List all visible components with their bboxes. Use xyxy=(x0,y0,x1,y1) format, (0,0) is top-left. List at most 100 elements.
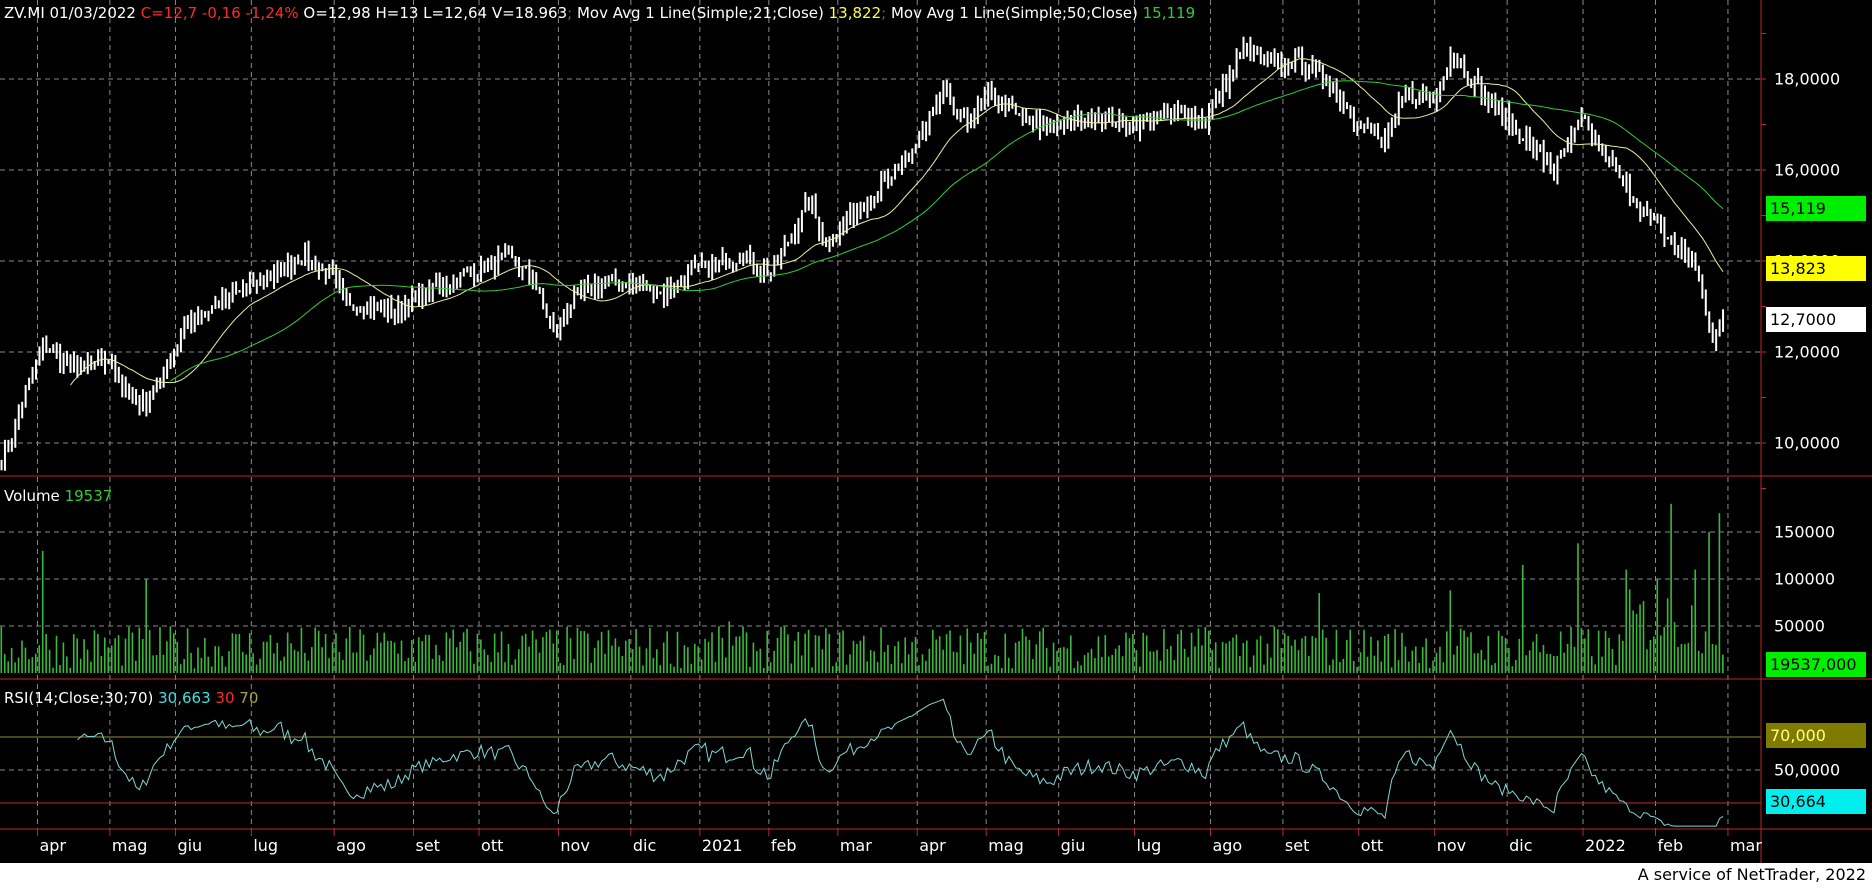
price-bar xyxy=(762,258,765,283)
price-bar xyxy=(114,355,117,383)
price-bar xyxy=(428,279,431,303)
volume-bar xyxy=(1497,630,1500,673)
price-bar xyxy=(131,386,134,404)
price-bar xyxy=(528,259,531,286)
price-bar xyxy=(238,289,241,293)
price-bar xyxy=(1335,78,1338,103)
volume-bar xyxy=(687,647,689,673)
price-bar xyxy=(659,291,662,295)
price-bar xyxy=(193,312,196,333)
price-bar xyxy=(821,221,824,246)
price-bar xyxy=(1283,57,1286,79)
volume-bar xyxy=(1383,635,1386,673)
volume-bar xyxy=(797,632,800,673)
volume-bar xyxy=(0,626,3,673)
volume-bar xyxy=(1508,647,1510,673)
volume-bar xyxy=(338,652,341,673)
volume-bar xyxy=(624,640,627,673)
price-bar xyxy=(1056,114,1059,137)
rsi-value: 30,663 xyxy=(158,689,211,707)
volume-bar xyxy=(876,662,879,673)
price-bar xyxy=(62,352,65,375)
volume-bar xyxy=(1070,635,1072,673)
volume-bar xyxy=(1580,628,1583,673)
volume-bar xyxy=(545,631,548,673)
price-bar xyxy=(1663,216,1666,247)
price-bar xyxy=(383,299,386,318)
price-bar xyxy=(176,344,179,357)
price-bar xyxy=(245,283,248,297)
price-bar xyxy=(469,266,472,278)
volume-bar xyxy=(1377,640,1379,673)
price-bar xyxy=(959,108,962,123)
volume-bar xyxy=(1380,661,1383,673)
price-bar xyxy=(1014,102,1017,115)
price-bar xyxy=(169,353,172,369)
price-bar xyxy=(687,264,690,290)
price-bar xyxy=(397,295,400,324)
month-label: giu xyxy=(177,836,203,855)
volume-bar xyxy=(93,630,96,673)
rsi-low-level: 30 xyxy=(215,689,235,707)
volume-bar xyxy=(493,633,496,673)
price-bar xyxy=(21,401,24,419)
volume-value: 19537 xyxy=(64,487,113,505)
volume-bar xyxy=(838,632,841,673)
price-bar xyxy=(804,192,807,213)
rsi-label: RSI(14;Close;30;70) xyxy=(4,689,154,707)
volume-bar xyxy=(1632,610,1634,673)
ma50-value: 15,119 xyxy=(1142,4,1196,22)
volume-bar xyxy=(404,661,406,673)
volume-bar xyxy=(86,649,89,673)
volume-bar xyxy=(1511,666,1514,673)
volume-bar xyxy=(252,653,254,673)
volume-tick-label: 150000 xyxy=(1774,522,1836,542)
volume-bar xyxy=(1263,664,1265,673)
price-bar xyxy=(807,196,810,211)
volume-bar xyxy=(445,632,448,673)
volume-bar xyxy=(631,649,634,673)
volume-bar xyxy=(1604,631,1607,673)
price-bar xyxy=(1490,93,1493,109)
price-bar xyxy=(1401,95,1404,109)
price-bar xyxy=(1687,247,1690,268)
price-bar xyxy=(938,91,941,115)
volume-bar xyxy=(1697,650,1700,673)
price-bar xyxy=(35,359,37,380)
volume-bar xyxy=(1535,633,1538,673)
price-bar xyxy=(455,277,458,289)
volume-bar xyxy=(273,653,275,673)
price-bar xyxy=(883,171,886,182)
volume-bar xyxy=(1694,569,1697,673)
price-bar xyxy=(521,265,524,281)
volume-bar xyxy=(369,654,372,673)
volume-bar xyxy=(245,654,248,673)
volume-bar xyxy=(504,662,506,673)
price-bar xyxy=(1480,76,1483,106)
volume-bar xyxy=(431,658,434,673)
volume-bar xyxy=(873,651,875,673)
volume-bar xyxy=(355,652,358,673)
volume-bar xyxy=(1204,627,1207,673)
rsi-70-axis-box: 70,000 xyxy=(1766,723,1866,748)
volume-bar xyxy=(1687,642,1690,673)
volume-bar xyxy=(235,634,237,673)
price-bar xyxy=(273,264,276,290)
volume-bar xyxy=(1052,642,1055,673)
volume-bar xyxy=(79,658,82,673)
price-bar xyxy=(783,234,786,257)
price-bar xyxy=(552,311,555,333)
volume-bar xyxy=(1435,652,1438,673)
volume-bar xyxy=(1187,657,1189,673)
price-bar xyxy=(1263,54,1266,66)
volume-bar xyxy=(1128,638,1131,673)
price-bar xyxy=(1473,75,1476,97)
price-bar xyxy=(1570,125,1573,154)
volume-bar xyxy=(1359,652,1362,673)
volume-bar xyxy=(373,648,375,673)
price-bar xyxy=(3,439,6,471)
volume-bar xyxy=(1080,665,1082,673)
price-bar xyxy=(1280,51,1283,77)
volume-bar xyxy=(514,659,517,673)
volume-bar xyxy=(1470,632,1472,673)
